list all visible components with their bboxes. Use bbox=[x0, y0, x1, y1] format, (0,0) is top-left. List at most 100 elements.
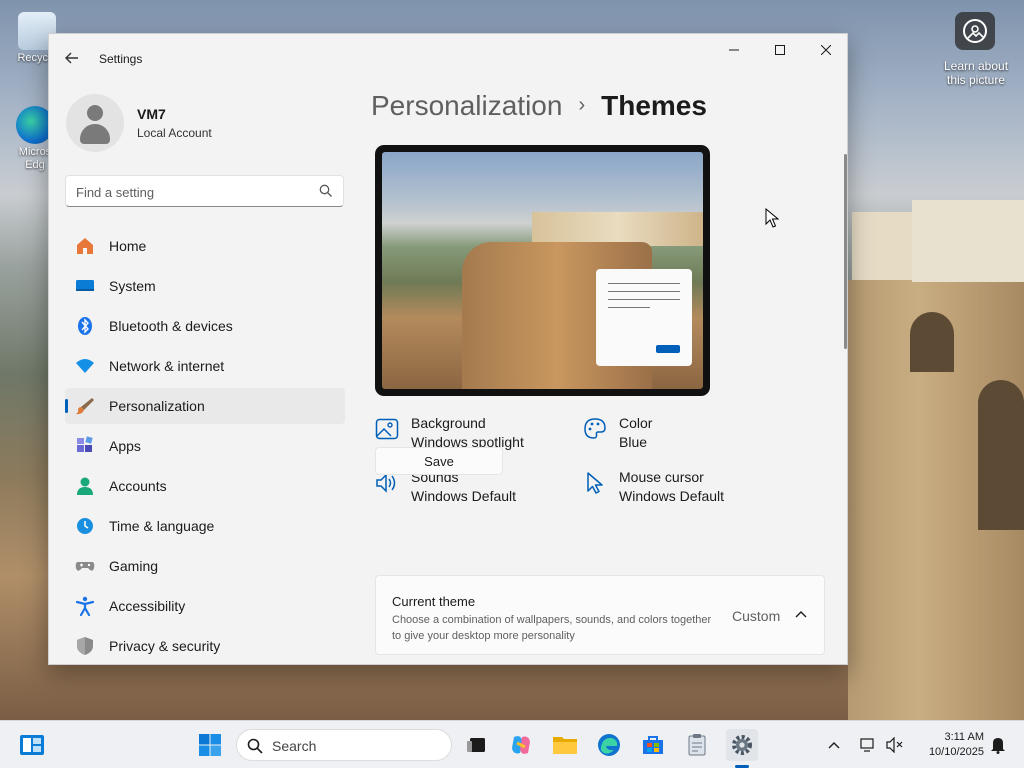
content-scrollbar[interactable] bbox=[844, 154, 847, 349]
theme-sounds-option[interactable]: Sounds Windows Default bbox=[375, 469, 575, 509]
wallpaper-building bbox=[852, 212, 912, 280]
current-theme-description: Choose a combination of wallpapers, soun… bbox=[392, 614, 712, 642]
preview-text-line bbox=[608, 307, 650, 308]
clock[interactable]: 3:11 AM 10/10/2025 bbox=[918, 730, 984, 760]
theme-cursor-option[interactable]: Mouse cursor Windows Default bbox=[583, 469, 783, 509]
color-value: Blue bbox=[619, 434, 648, 450]
breadcrumb-parent[interactable]: Personalization bbox=[371, 90, 562, 121]
preview-text-line bbox=[608, 283, 680, 284]
clock-date: 10/10/2025 bbox=[928, 746, 984, 758]
sidebar-item-privacy[interactable]: Privacy & security bbox=[65, 628, 345, 664]
notification-bell-icon bbox=[991, 738, 1005, 754]
sidebar-item-accounts[interactable]: Accounts bbox=[65, 468, 345, 504]
taskbar-search[interactable]: Search bbox=[236, 729, 452, 761]
sidebar-item-label: Accessibility bbox=[109, 598, 186, 614]
minimize-icon bbox=[729, 49, 739, 51]
search-icon bbox=[247, 738, 263, 754]
widgets-button[interactable] bbox=[16, 729, 48, 761]
current-theme-value: Custom bbox=[732, 608, 781, 624]
home-icon bbox=[75, 236, 95, 256]
sidebar-item-time-language[interactable]: Time & language bbox=[65, 508, 345, 544]
settings-search-box[interactable] bbox=[65, 175, 344, 207]
file-explorer-button[interactable] bbox=[549, 729, 581, 761]
sidebar-item-label: Home bbox=[109, 238, 147, 254]
taskbar: Search 3:11 AM 10/10/2025 bbox=[0, 720, 1024, 768]
shield-icon bbox=[75, 636, 95, 656]
avatar bbox=[66, 94, 124, 152]
sidebar-item-system[interactable]: System bbox=[65, 268, 345, 304]
breadcrumb: Personalization › Themes bbox=[371, 90, 707, 122]
sidebar-item-apps[interactable]: Apps bbox=[65, 428, 345, 464]
palette-icon bbox=[584, 418, 606, 439]
close-button[interactable] bbox=[803, 34, 847, 66]
minimize-button[interactable] bbox=[711, 34, 757, 66]
bluetooth-icon bbox=[75, 316, 95, 336]
network-icon bbox=[860, 738, 874, 752]
preview-accent-button bbox=[656, 345, 680, 353]
avatar-body bbox=[80, 124, 110, 144]
account-type: Local Account bbox=[137, 126, 212, 140]
store-button[interactable] bbox=[637, 729, 669, 761]
current-theme-title: Current theme bbox=[392, 594, 476, 609]
gamepad-icon bbox=[75, 556, 95, 576]
wallpaper-arch bbox=[978, 380, 1024, 530]
preview-text-line bbox=[608, 299, 680, 300]
notifications-button[interactable] bbox=[986, 729, 1010, 761]
taskbar-search-label: Search bbox=[272, 738, 317, 754]
sidebar-item-bluetooth[interactable]: Bluetooth & devices bbox=[65, 308, 345, 344]
sidebar-nav: Home System Bluetooth & devices Network … bbox=[65, 228, 345, 664]
search-input[interactable] bbox=[76, 182, 311, 202]
preview-text-line bbox=[608, 291, 680, 292]
cursor-label: Mouse cursor bbox=[619, 469, 704, 485]
edge-taskbar-button[interactable] bbox=[593, 729, 625, 761]
learn-about-picture-button[interactable] bbox=[955, 12, 995, 50]
copilot-button[interactable] bbox=[505, 729, 537, 761]
sidebar-item-label: Gaming bbox=[109, 558, 159, 574]
volume-muted-icon bbox=[886, 737, 903, 753]
brush-icon bbox=[75, 396, 95, 416]
sidebar-item-label: System bbox=[109, 278, 156, 294]
maximize-icon bbox=[775, 45, 785, 55]
sidebar-item-gaming[interactable]: Gaming bbox=[65, 548, 345, 584]
back-button[interactable] bbox=[59, 46, 85, 70]
sidebar-item-label: Apps bbox=[109, 438, 141, 454]
mouse-pointer-icon bbox=[765, 208, 779, 228]
color-label: Color bbox=[619, 415, 653, 431]
start-button[interactable] bbox=[194, 729, 226, 761]
picture-icon bbox=[375, 418, 399, 440]
breadcrumb-separator: › bbox=[578, 94, 586, 116]
sidebar-item-network[interactable]: Network & internet bbox=[65, 348, 345, 384]
chevron-up-icon[interactable] bbox=[794, 608, 808, 622]
page-title: Themes bbox=[601, 90, 707, 121]
copilot-icon bbox=[512, 736, 530, 754]
window-title: Settings bbox=[99, 52, 143, 66]
sounds-value: Windows Default bbox=[411, 488, 517, 504]
show-hidden-icons-button[interactable] bbox=[822, 729, 846, 761]
cursor-value: Windows Default bbox=[619, 488, 725, 504]
preview-sample-window bbox=[596, 269, 692, 366]
folder-icon bbox=[553, 737, 577, 754]
background-label: Background bbox=[411, 415, 486, 431]
settings-taskbar-button[interactable] bbox=[726, 729, 758, 761]
sidebar-item-personalization[interactable]: Personalization bbox=[65, 388, 345, 424]
maximize-button[interactable] bbox=[757, 34, 803, 66]
theme-preview bbox=[375, 145, 710, 396]
current-theme-card[interactable]: Current theme Choose a combination of wa… bbox=[375, 575, 825, 655]
settings-window: Settings VM7 Local Account Home System bbox=[48, 33, 848, 665]
save-button[interactable]: Save bbox=[375, 447, 503, 475]
network-status-button[interactable] bbox=[856, 729, 882, 761]
search-icon bbox=[319, 184, 332, 197]
notepad-button[interactable] bbox=[681, 729, 713, 761]
title-bar[interactable]: Settings bbox=[49, 34, 847, 82]
sidebar-item-label: Bluetooth & devices bbox=[109, 318, 233, 334]
volume-button[interactable] bbox=[882, 729, 908, 761]
task-view-icon bbox=[467, 738, 485, 752]
sidebar-item-accessibility[interactable]: Accessibility bbox=[65, 588, 345, 624]
learn-about-picture-label[interactable]: Learn about this picture bbox=[936, 59, 1016, 87]
system-icon bbox=[75, 276, 95, 296]
sidebar-item-home[interactable]: Home bbox=[65, 228, 345, 264]
user-profile[interactable]: VM7 Local Account bbox=[66, 94, 346, 164]
theme-color-option[interactable]: Color Blue bbox=[583, 415, 783, 455]
task-view-button[interactable] bbox=[460, 729, 492, 761]
store-icon bbox=[643, 736, 663, 754]
